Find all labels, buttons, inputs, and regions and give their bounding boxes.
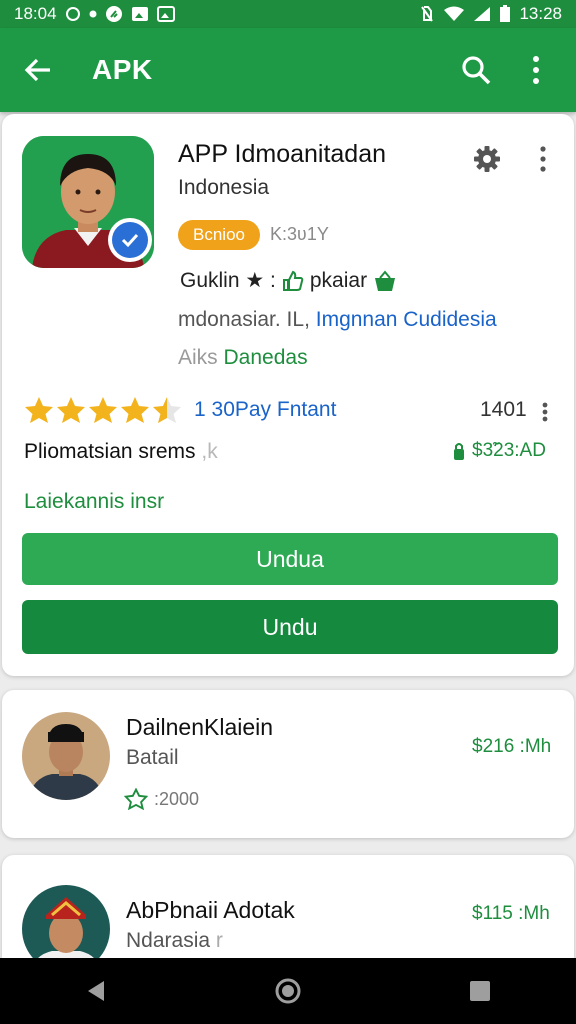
more-vert-icon xyxy=(533,56,539,84)
list-item-meta: :2000 xyxy=(124,788,199,810)
download-button-primary[interactable]: Undua xyxy=(22,533,558,585)
list-item-subtitle-faded: r xyxy=(210,929,223,952)
badge-meta-text: K:3ʋ1Y xyxy=(270,224,329,244)
triangle-back-icon xyxy=(88,981,104,1001)
location-prefix: mdonasiar. IL, xyxy=(178,308,316,331)
arrow-back-icon xyxy=(24,58,50,82)
app-bar-title: APK xyxy=(92,54,153,85)
list-item-title: AbPbnaii Adotak xyxy=(126,897,295,923)
search-icon xyxy=(462,56,491,85)
list-item[interactable]: DailnenKlaiein Batail :2000 $216 :Mh xyxy=(2,690,574,838)
category-row: Aiks Danedas xyxy=(178,346,308,370)
settings-button[interactable] xyxy=(470,142,504,176)
list-item-price: $115 :Mh xyxy=(472,903,550,924)
dot-icon xyxy=(89,10,97,18)
rating-text[interactable]: 1 30Pay Fntant xyxy=(194,398,336,422)
price-row: $3̃23:AD xyxy=(452,440,546,462)
promo-text: Pliomatsian srems ,k xyxy=(24,440,218,464)
app-notification-icon xyxy=(105,5,123,23)
wifi-icon xyxy=(443,6,465,22)
status-clock: 13:28 xyxy=(519,4,562,23)
battery-icon xyxy=(499,5,511,23)
search-button[interactable] xyxy=(454,48,498,92)
no-sim-icon xyxy=(419,5,435,23)
star-filled-icon xyxy=(57,397,85,423)
back-button[interactable] xyxy=(18,50,58,90)
download-button-secondary[interactable]: Undu xyxy=(22,600,558,654)
app-bar: APK xyxy=(0,28,576,112)
overflow-menu-button[interactable] xyxy=(514,48,558,92)
list-item-subtitle: Ndarasia xyxy=(126,929,211,952)
price-text: $3̃23:AD xyxy=(472,440,546,461)
star-filled-icon xyxy=(89,397,117,423)
star-filled-icon xyxy=(121,397,149,423)
rating-stars xyxy=(24,396,182,424)
status-badge: Bcnioo xyxy=(178,220,260,250)
more-vert-icon xyxy=(540,146,546,172)
developer-text: Guklin ★ : xyxy=(180,269,276,292)
notification-circle-icon xyxy=(65,6,81,22)
download-lock-icon xyxy=(454,443,464,460)
verified-badge xyxy=(108,218,152,262)
star-half-icon xyxy=(153,397,181,423)
nav-back-button[interactable] xyxy=(66,961,126,1021)
developer-suffix: pkaiar xyxy=(309,268,368,292)
star-filled-icon xyxy=(25,397,53,423)
list-item-subtitle: Batail xyxy=(126,746,179,769)
app-title: APP Idmoanitadan xyxy=(178,140,387,168)
system-nav-bar xyxy=(0,958,576,1024)
location-link[interactable]: Imgnnan Cudidesia xyxy=(316,308,497,331)
nav-recents-button[interactable] xyxy=(450,961,510,1021)
list-item-subtitle-row: Ndarasia r xyxy=(126,929,223,953)
card-more-button[interactable] xyxy=(528,142,558,176)
list-item[interactable]: AbPbnaii Adotak Ndarasia r $115 :Mh xyxy=(2,855,574,973)
star-outline-icon xyxy=(124,788,148,810)
circle-home-icon xyxy=(275,978,301,1004)
install-info-link[interactable]: Laiekannis insr xyxy=(24,490,164,514)
promo-faded: ,k xyxy=(195,440,218,463)
app-detail-card: APP Idmoanitadan Indonesia Bcnioo K:3ʋ1Y… xyxy=(2,114,574,676)
image-notification-icon xyxy=(131,6,149,22)
rating-more-icon[interactable] xyxy=(540,400,550,424)
category-prefix: Aiks xyxy=(178,346,224,369)
rating-count: 1401 xyxy=(480,398,527,421)
check-icon xyxy=(121,233,139,248)
promo-main: Pliomatsian srems xyxy=(24,440,196,463)
category-link[interactable]: Danedas xyxy=(224,346,308,369)
list-item-title: DailnenKlaiein xyxy=(126,714,274,740)
location-row: mdonasiar. IL, Imgnnan Cudidesia xyxy=(178,308,497,332)
signal-icon xyxy=(473,6,491,22)
status-time: 18:04 xyxy=(14,4,57,23)
developer-row: Guklin ★ : pkaiar xyxy=(180,268,397,293)
list-item-count: :2000 xyxy=(154,788,200,809)
gear-icon xyxy=(474,146,500,172)
avatar xyxy=(22,712,110,800)
status-bar: 18:04 13:28 xyxy=(0,0,576,28)
list-item-price: $216 :Mh xyxy=(472,736,552,757)
square-recents-icon xyxy=(470,981,490,1001)
thumbs-up-icon xyxy=(282,270,304,291)
app-subtitle: Indonesia xyxy=(178,176,270,199)
nav-home-button[interactable] xyxy=(258,961,318,1021)
gallery-notification-icon xyxy=(156,6,175,22)
shopping-bag-icon xyxy=(375,269,396,291)
